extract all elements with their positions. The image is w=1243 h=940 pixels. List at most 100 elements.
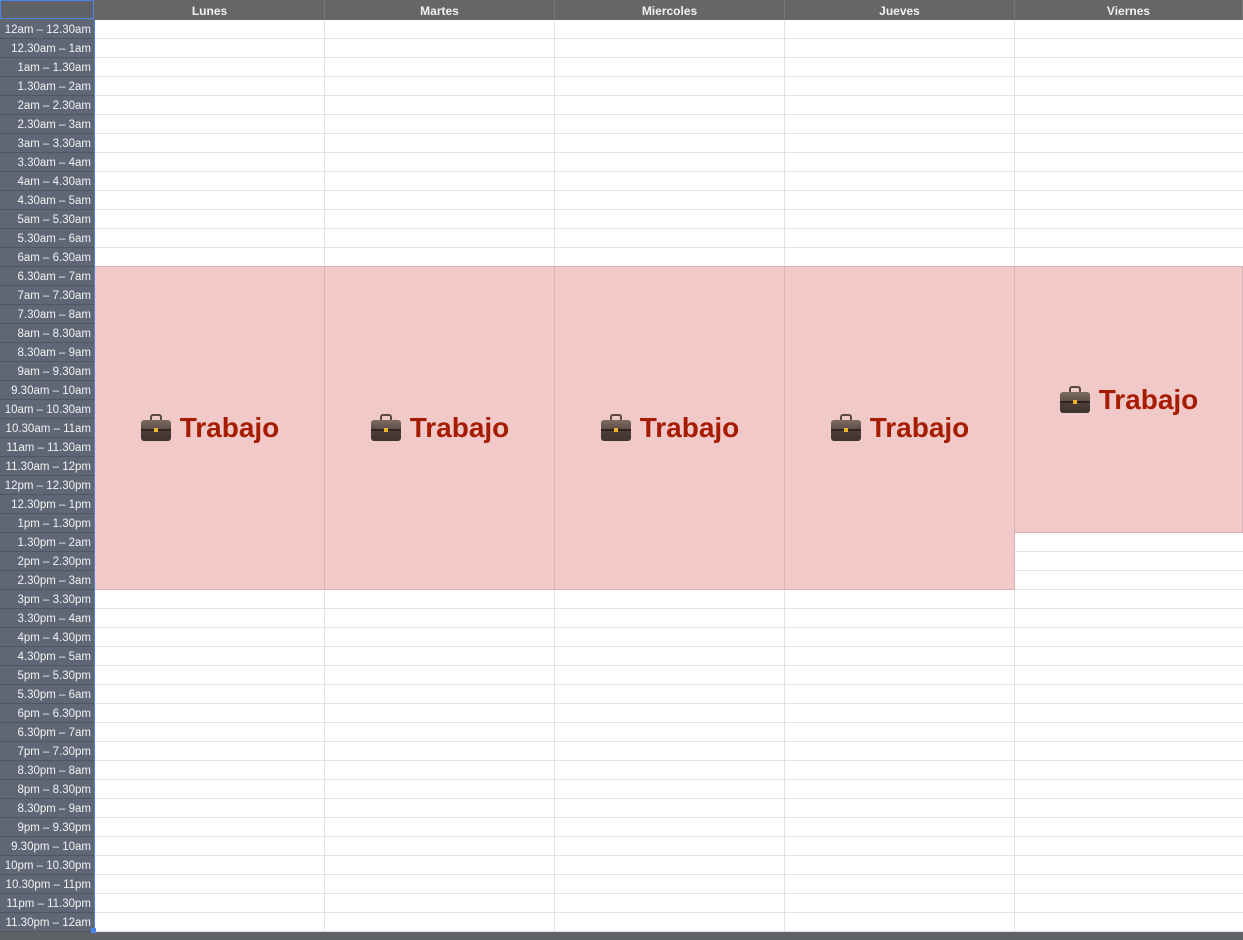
event-content: Trabajo [370,412,509,444]
time-slot-label[interactable]: 6.30am – 7am [0,267,94,286]
grid-row-line [95,836,1243,837]
time-column: 12am – 12.30am 12.30am – 1am 1am – 1.30am 1… [0,20,95,932]
event-block-miercoles[interactable]: Trabajo [555,266,785,590]
day-header-1[interactable]: Martes [325,0,555,20]
time-slot-label[interactable]: 8pm – 8.30pm [0,780,94,799]
schedule-grid: Trabajo Trabajo Trabajo Trabajo Trabajo [95,20,1243,932]
time-slot-label[interactable]: 4am – 4.30am [0,172,94,191]
day-header-2[interactable]: Miercoles [555,0,785,20]
day-header-4[interactable]: Viernes [1015,0,1243,20]
time-slot-label[interactable]: 9pm – 9.30pm [0,818,94,837]
time-slot-label[interactable]: 8.30pm – 8am [0,761,94,780]
time-slot-label[interactable]: 4pm – 4.30pm [0,628,94,647]
grid-row-line [95,684,1243,685]
event-block-jueves[interactable]: Trabajo [785,266,1015,590]
briefcase-icon [370,414,402,442]
event-content: Trabajo [140,412,280,444]
time-slot-label[interactable]: 9.30pm – 10am [0,837,94,856]
time-slot-label[interactable]: 4.30am – 5am [0,191,94,210]
event-label: Trabajo [1098,383,1199,415]
header-row: Lunes Martes Miercoles Jueves Viernes [0,0,1243,20]
time-slot-label[interactable]: 12.30am – 1am [0,39,94,58]
time-slot-label[interactable]: 7.30am – 8am [0,305,94,324]
time-slot-label[interactable]: 7am – 7.30am [0,286,94,305]
time-slot-label[interactable]: 2.30am – 3am [0,115,94,134]
corner-cell[interactable] [0,0,94,19]
time-slot-label[interactable]: 1.30pm – 2am [0,533,94,552]
time-slot-label[interactable]: 2.30pm – 3am [0,571,94,590]
time-slot-label[interactable]: 12pm – 12.30pm [0,476,94,495]
event-block-lunes[interactable]: Trabajo [95,266,325,590]
grid-row-line [95,76,1243,77]
bottom-scrollbar[interactable] [0,932,1243,940]
time-slot-label[interactable]: 6am – 6.30am [0,248,94,267]
time-slot-label[interactable]: 3pm – 3.30pm [0,590,94,609]
time-slot-label[interactable]: 8.30pm – 9am [0,799,94,818]
grid-row-line [95,608,1243,609]
event-label: Trabajo [179,412,280,443]
time-slot-label[interactable]: 1am – 1.30am [0,58,94,77]
time-slot-label[interactable]: 4.30pm – 5am [0,647,94,666]
grid-row-line [95,646,1243,647]
time-slot-label[interactable]: 1pm – 1.30pm [0,514,94,533]
briefcase-icon [600,414,632,442]
time-slot-label[interactable]: 2pm – 2.30pm [0,552,94,571]
grid-row-line [95,57,1243,58]
time-slot-label[interactable]: 10am – 10.30am [0,400,94,419]
time-slot-label[interactable]: 8am – 8.30am [0,324,94,343]
grid-row-line [95,114,1243,115]
time-slot-label[interactable]: 12am – 12.30am [0,20,94,39]
grid-row-line [95,855,1243,856]
time-slot-label[interactable]: 11pm – 11.30pm [0,894,94,913]
time-slot-label[interactable]: 2am – 2.30am [0,96,94,115]
time-slot-label[interactable]: 10pm – 10.30pm [0,856,94,875]
time-slot-label[interactable]: 9.30am – 10am [0,381,94,400]
time-slot-label[interactable]: 6.30pm – 7am [0,723,94,742]
grid-row-line [95,722,1243,723]
grid-row-line [95,741,1243,742]
grid-row-line [95,152,1243,153]
event-block-viernes[interactable]: Trabajo [1015,266,1243,533]
time-slot-label[interactable]: 3.30pm – 4am [0,609,94,628]
grid-row-line [95,95,1243,96]
event-content: Trabajo [1059,383,1199,416]
event-label: Trabajo [869,412,970,443]
time-slot-label[interactable]: 7pm – 7.30pm [0,742,94,761]
time-slot-label[interactable]: 3.30am – 4am [0,153,94,172]
event-label: Trabajo [639,412,740,443]
grid-row-line [95,665,1243,666]
time-slot-label[interactable]: 1.30am – 2am [0,77,94,96]
grid-row-line [95,912,1243,913]
time-slot-label[interactable]: 11.30pm – 12am [0,913,94,932]
grid-row-line [95,779,1243,780]
day-header-3[interactable]: Jueves [785,0,1015,20]
grid-row-line [95,760,1243,761]
event-block-martes[interactable]: Trabajo [325,266,555,590]
time-slot-label[interactable]: 10.30pm – 11pm [0,875,94,894]
briefcase-icon [1059,385,1091,414]
grid-row-line [95,817,1243,818]
time-slot-label[interactable]: 11.30am – 12pm [0,457,94,476]
schedule-sheet: Lunes Martes Miercoles Jueves Viernes 12am –… [0,0,1243,940]
time-slot-label[interactable]: 9am – 9.30am [0,362,94,381]
event-content: Trabajo [830,412,970,444]
grid-row-line [95,703,1243,704]
time-slot-label[interactable]: 5pm – 5.30pm [0,666,94,685]
grid-row-line [95,798,1243,799]
grid-row-line [95,247,1243,248]
time-slot-label[interactable]: 3am – 3.30am [0,134,94,153]
time-slot-label[interactable]: 8.30am – 9am [0,343,94,362]
grid-row-line [95,874,1243,875]
time-slot-label[interactable]: 10.30am – 11am [0,419,94,438]
time-slot-label[interactable]: 6pm – 6.30pm [0,704,94,723]
day-header-0[interactable]: Lunes [95,0,325,20]
selection-fill-handle[interactable] [91,928,96,933]
time-slot-label[interactable]: 5.30pm – 6am [0,685,94,704]
time-slot-label[interactable]: 5am – 5.30am [0,210,94,229]
time-slot-label[interactable]: 5.30am – 6am [0,229,94,248]
time-slot-label[interactable]: 12.30pm – 1pm [0,495,94,514]
grid-row-line [95,627,1243,628]
event-content: Trabajo [600,412,740,444]
grid-row-line [95,228,1243,229]
time-slot-label[interactable]: 11am – 11.30am [0,438,94,457]
